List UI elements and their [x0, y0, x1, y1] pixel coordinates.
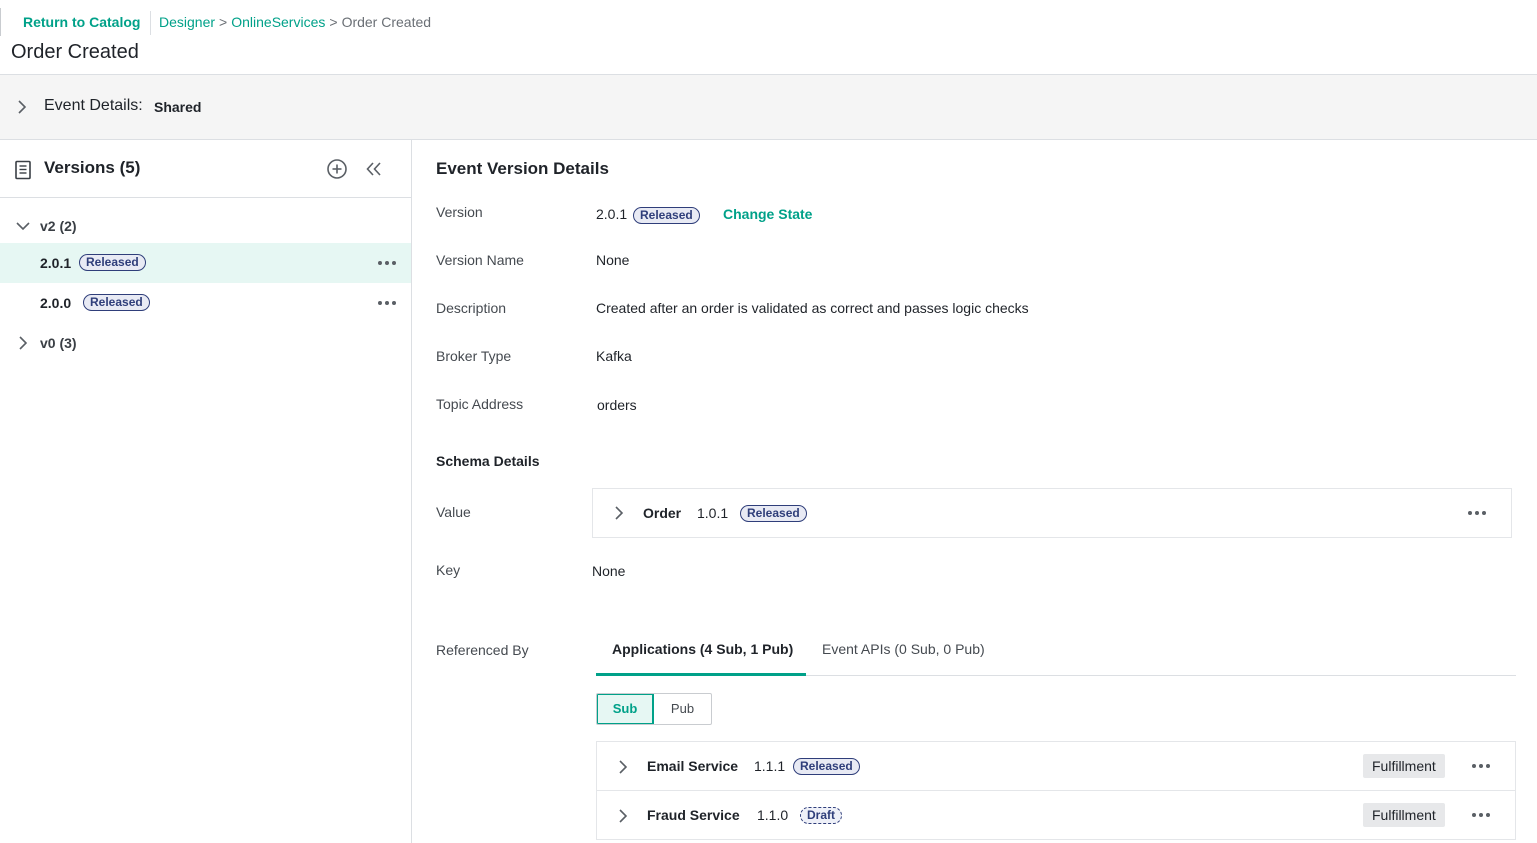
topic-address-value: orders [597, 397, 637, 413]
header-divider [150, 11, 151, 35]
chevron-right-icon[interactable] [616, 759, 630, 775]
status-badge: Draft [800, 807, 843, 824]
referenced-by-label: Referenced By [436, 642, 529, 658]
breadcrumb-separator: > [219, 14, 228, 30]
application-domain-tag: Fulfillment [1363, 754, 1445, 778]
tab-event-apis[interactable]: Event APIs (0 Sub, 0 Pub) [822, 641, 985, 657]
toggle-pub[interactable]: Pub [654, 694, 711, 724]
breadcrumb-designer[interactable]: Designer [159, 14, 215, 30]
version-row-2-0-1[interactable]: 2.0.1 Released [0, 243, 411, 283]
version-group-label: v2 (2) [40, 218, 77, 234]
breadcrumb-current: Order Created [341, 14, 432, 30]
version-group-v2[interactable]: v2 (2) [0, 209, 411, 243]
more-horizontal-icon[interactable] [1470, 807, 1492, 823]
change-state-link[interactable]: Change State [723, 206, 812, 222]
event-details-value: Shared [154, 99, 202, 115]
status-badge: Released [740, 505, 807, 522]
schema-name: Order [643, 505, 682, 521]
breadcrumb-onlineservices[interactable]: OnlineServices [231, 14, 325, 30]
more-horizontal-icon[interactable] [1466, 505, 1488, 521]
description-value: Created after an order is validated as c… [596, 300, 1029, 316]
status-badge: Released [83, 294, 150, 311]
application-name: Fraud Service [647, 807, 740, 823]
page-title: Order Created [11, 41, 139, 63]
chevron-right-icon[interactable] [616, 808, 630, 824]
sub-pub-toggle: Sub Pub [596, 693, 712, 725]
version-label: Version [436, 204, 483, 220]
schema-key-value: None [592, 563, 626, 579]
status-badge: Released [793, 758, 860, 775]
breadcrumb-separator: > [329, 14, 338, 30]
page-header: Return to Catalog Designer > OnlineService… [0, 0, 1537, 75]
chevron-right-icon[interactable] [15, 98, 29, 116]
application-version: 1.1.1 [754, 758, 786, 774]
chevron-down-icon[interactable] [15, 218, 31, 234]
more-horizontal-icon[interactable] [376, 255, 398, 271]
schema-version: 1.0.1 [697, 505, 729, 521]
version-value: 2.0.1 [596, 206, 628, 222]
toggle-sub[interactable]: Sub [597, 694, 654, 724]
tab-applications[interactable]: Applications (4 Sub, 1 Pub) [612, 641, 793, 657]
more-horizontal-icon[interactable] [376, 295, 398, 311]
schema-details-title: Schema Details [436, 453, 540, 469]
status-badge: Released [79, 254, 146, 271]
version-row-2-0-0[interactable]: 2.0.0 Released [0, 283, 411, 323]
version-name-value: None [596, 252, 630, 268]
topic-address-label: Topic Address [436, 396, 524, 412]
return-to-catalog-link[interactable]: Return to Catalog [23, 14, 140, 30]
description-label: Description [436, 300, 507, 316]
versions-title: Versions (5) [44, 158, 141, 177]
application-name: Email Service [647, 758, 739, 774]
application-row-email-service[interactable]: Email Service 1.1.1 Released Fulfillment [596, 741, 1516, 791]
schema-key-label: Key [436, 562, 461, 578]
event-version-details-title: Event Version Details [436, 159, 609, 178]
version-name-label: Version Name [436, 252, 524, 268]
schema-value-label: Value [436, 504, 471, 520]
broker-type-value: Kafka [596, 348, 632, 364]
schema-value-card[interactable]: Order 1.0.1 Released [592, 488, 1512, 538]
application-domain-tag: Fulfillment [1363, 803, 1445, 827]
active-tab-indicator [596, 673, 806, 676]
event-details-bar[interactable]: Event Details: Shared [0, 75, 1537, 140]
document-icon [15, 160, 31, 180]
versions-panel: Versions (5) v2 (2) 2.0.1 Released 2.0.0… [0, 140, 412, 843]
breadcrumb: Designer > OnlineServices > Order Created [159, 14, 431, 30]
chevron-right-icon[interactable] [612, 505, 626, 521]
more-horizontal-icon[interactable] [1470, 758, 1492, 774]
add-circle-icon[interactable] [326, 158, 348, 180]
version-group-label: v0 (3) [40, 335, 77, 351]
versions-header: Versions (5) [0, 140, 411, 198]
left-edge-divider [0, 8, 3, 36]
broker-type-label: Broker Type [436, 348, 512, 364]
status-badge: Released [633, 207, 700, 224]
version-number: 2.0.1 [40, 255, 72, 271]
event-details-label: Event Details: [44, 97, 143, 114]
application-version: 1.1.0 [757, 807, 789, 823]
chevron-right-icon[interactable] [15, 335, 31, 351]
application-row-fraud-service[interactable]: Fraud Service 1.1.0 Draft Fulfillment [596, 790, 1516, 840]
double-chevron-left-icon[interactable] [364, 159, 384, 179]
version-group-v0[interactable]: v0 (3) [0, 326, 411, 360]
version-number: 2.0.0 [40, 295, 72, 311]
